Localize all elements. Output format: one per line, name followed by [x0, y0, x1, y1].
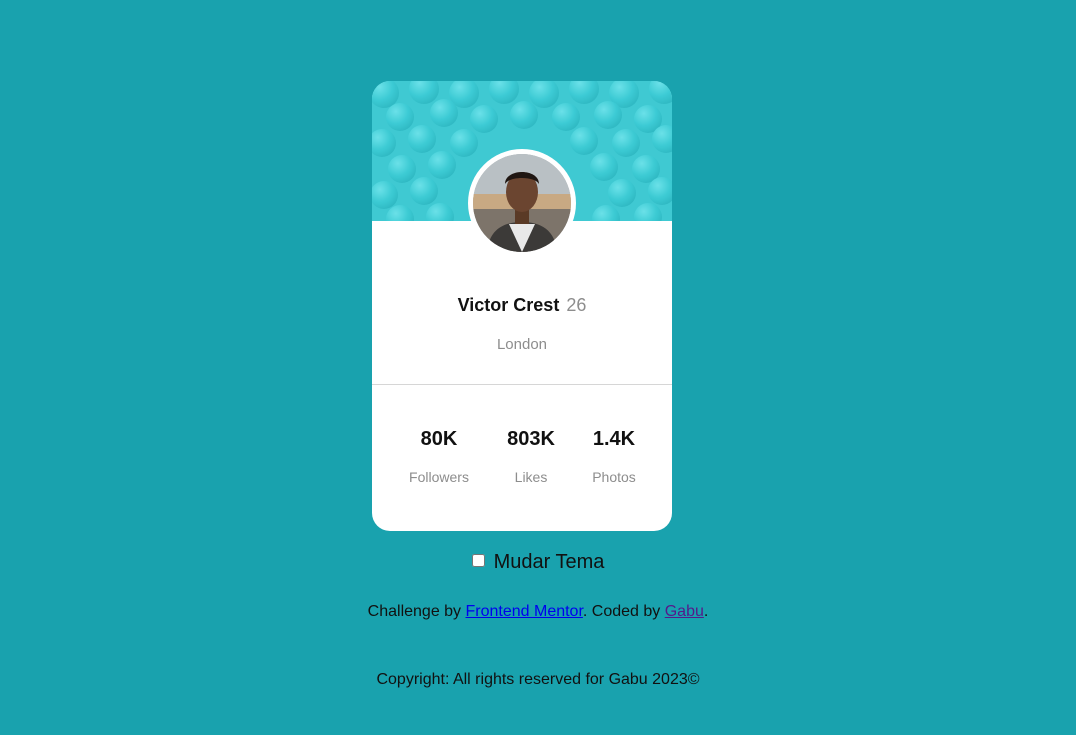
theme-toggle: Mudar Tema [0, 549, 1076, 575]
profile-photo-icon [473, 154, 571, 252]
theme-toggle-label[interactable]: Mudar Tema [494, 551, 605, 573]
frontend-mentor-link[interactable]: Frontend Mentor [466, 603, 583, 620]
stat-photos: 1.4K Photos [564, 427, 664, 486]
profile-name: Victor Crest [457, 295, 560, 315]
profile-card: Victor Crest 26 London 80K Followers 803… [372, 81, 672, 531]
attribution: Challenge by Frontend Mentor. Coded by G… [0, 603, 1076, 621]
attribution-middle: . Coded by [582, 603, 665, 620]
profile-city: London [496, 336, 548, 353]
name-row: Victor Crest 26 [372, 293, 672, 317]
stat-value: 1.4K [592, 428, 636, 450]
stat-followers: 80K Followers [389, 427, 489, 486]
attribution-suffix: . [703, 603, 709, 620]
author-link[interactable]: Gabu [665, 603, 704, 620]
stat-label: Followers [409, 469, 469, 485]
stat-label: Photos [592, 469, 636, 485]
avatar-ring [468, 149, 576, 257]
copyright-text: Copyright: All rights reserved for Gabu … [376, 671, 700, 688]
profile-age: 26 [566, 295, 587, 315]
avatar [473, 154, 571, 252]
attribution-prefix: Challenge by [367, 603, 466, 620]
stat-value: 80K [420, 428, 458, 450]
divider [372, 384, 672, 385]
theme-checkbox[interactable] [471, 554, 485, 567]
